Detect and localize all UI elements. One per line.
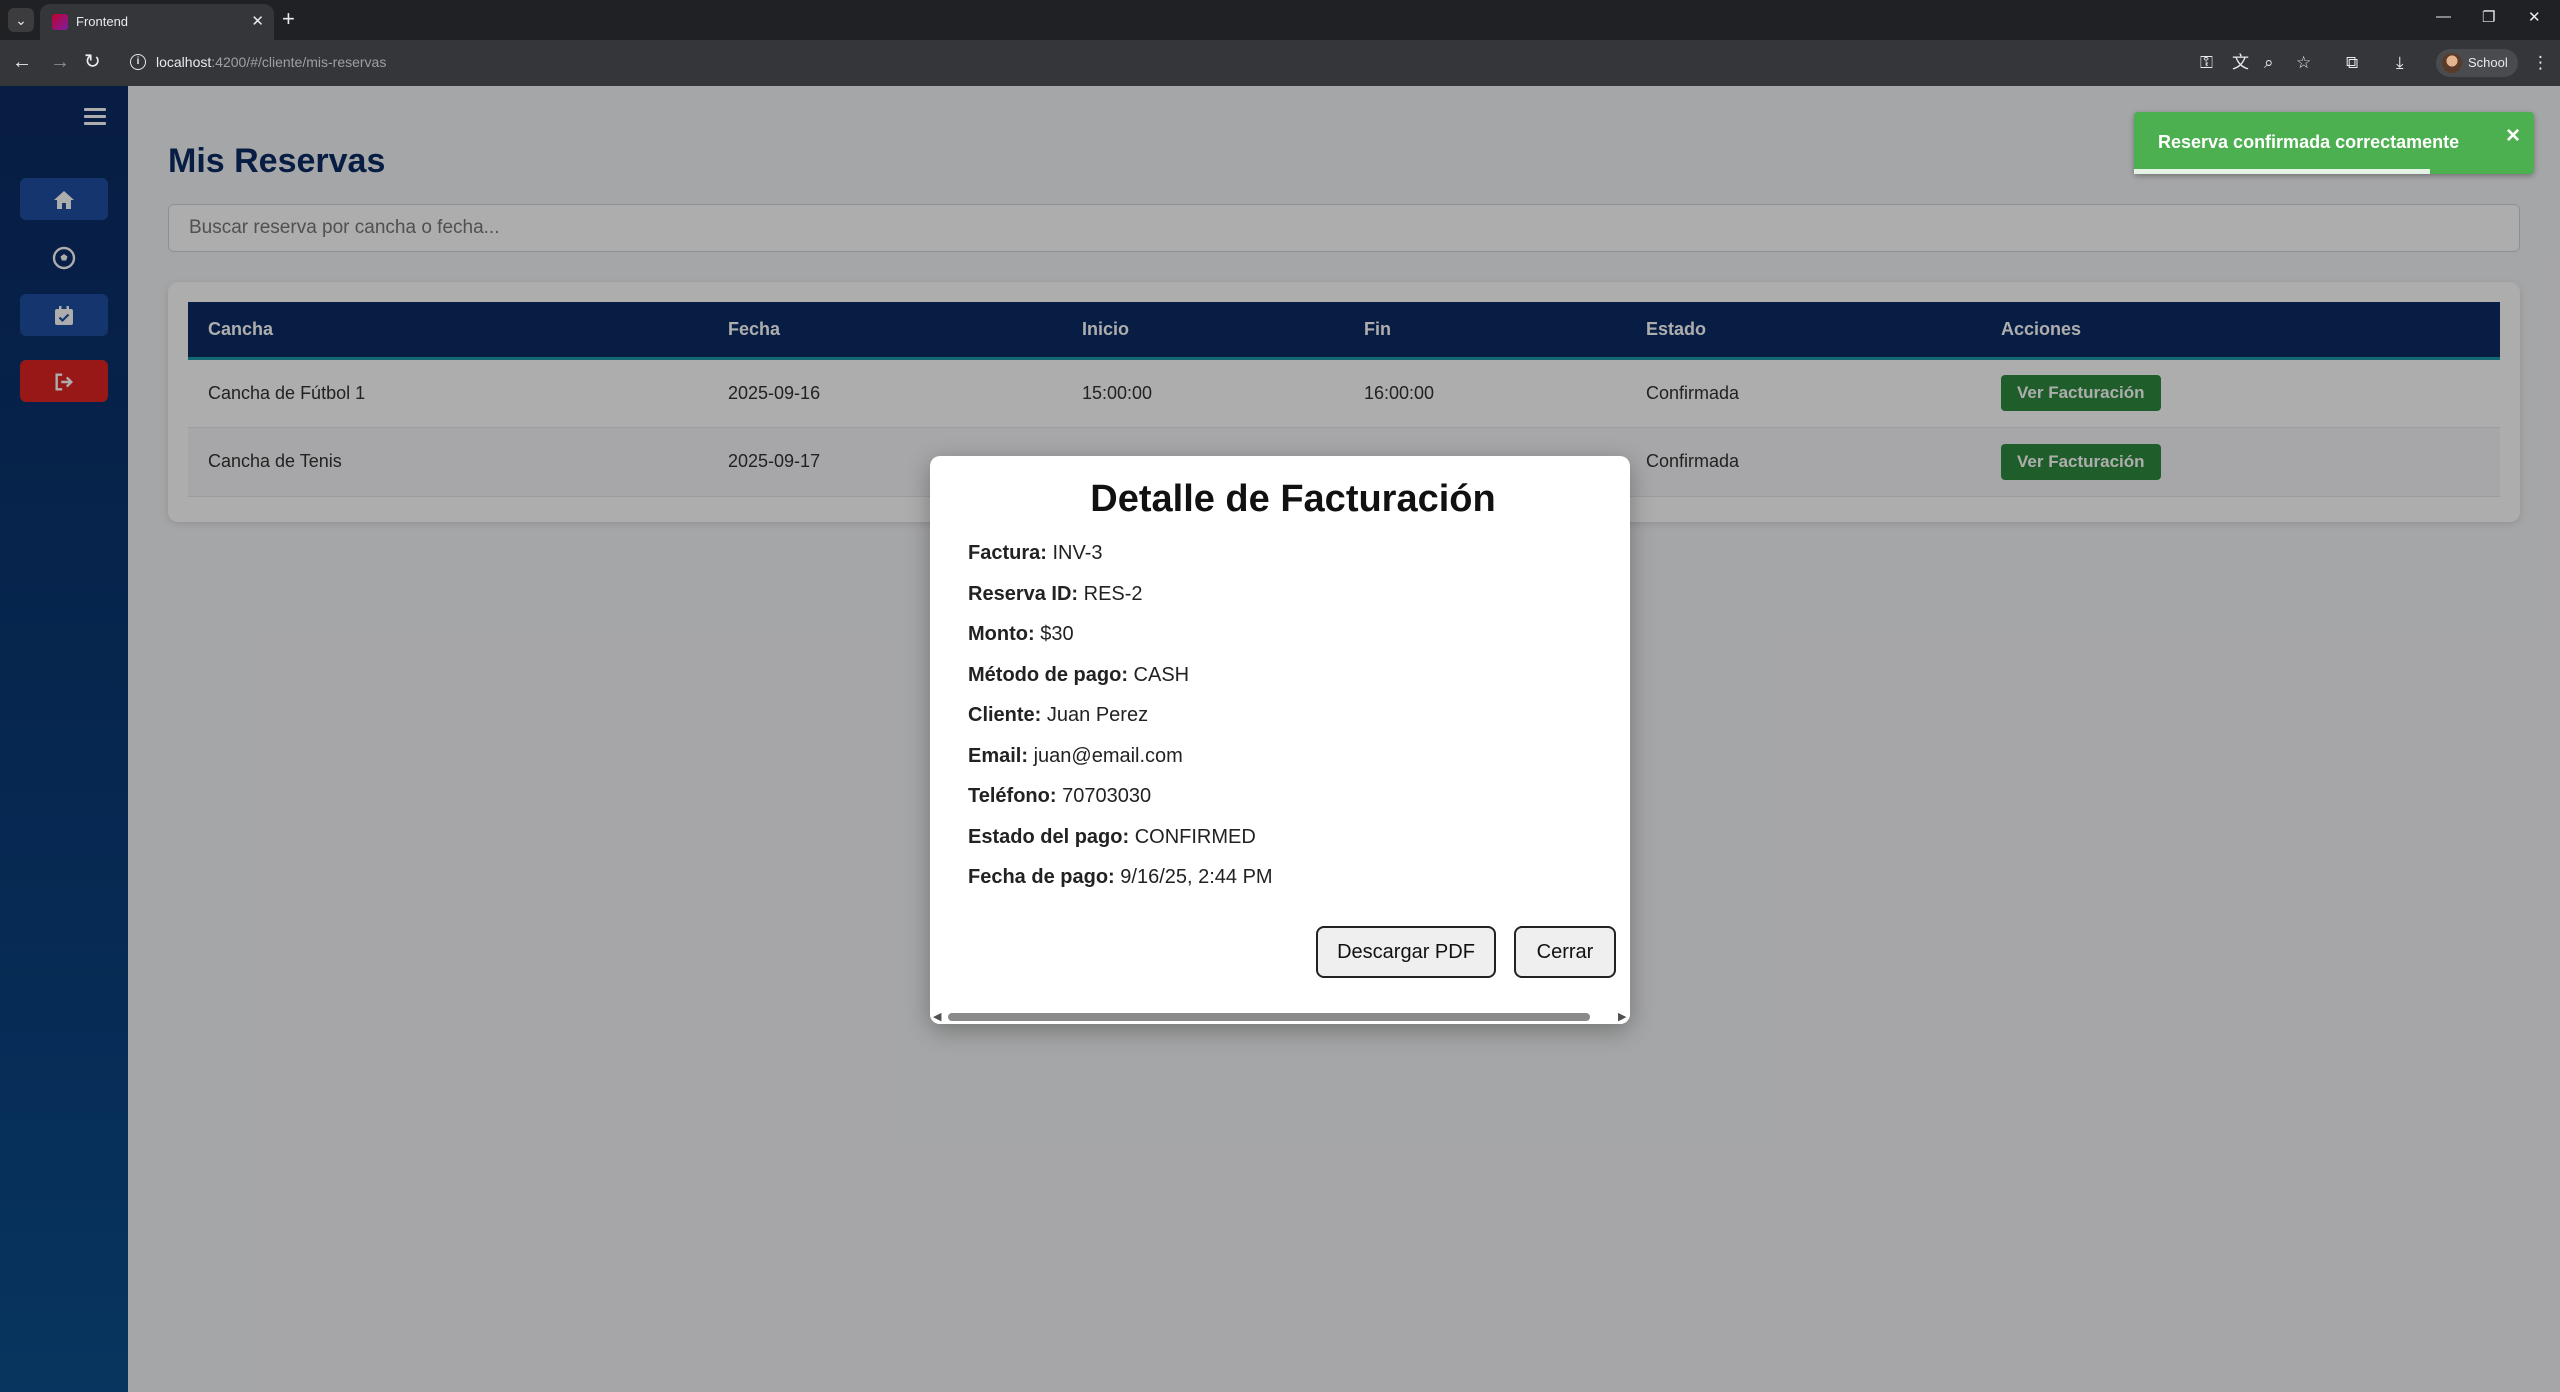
detail-estado-pago: Estado del pago: CONFIRMED (968, 825, 1256, 848)
address-bar[interactable]: i localhost:4200/#/cliente/mis-reservas (122, 47, 2352, 79)
billing-detail-modal: Detalle de Facturación Factura: INV-3 Re… (930, 456, 1630, 1024)
detail-email: Email: juan@email.com (968, 744, 1183, 767)
toast-message: Reserva confirmada correctamente (2158, 132, 2460, 152)
download-icon[interactable]: ⤓ (2396, 53, 2404, 73)
detail-telefono: Teléfono: 70703030 (968, 785, 1152, 807)
back-icon[interactable]: ← (12, 51, 32, 73)
tab-close-icon[interactable]: ✕ (251, 12, 264, 30)
browser-tab-bar: ⌄ Frontend ✕ + — ❐ ✕ (0, 0, 2560, 40)
toast-close-icon[interactable]: × (2506, 122, 2520, 150)
success-toast: Reserva confirmada correctamente × (2134, 112, 2534, 174)
horizontal-scrollbar[interactable]: ◀ ▶ (930, 1010, 1630, 1024)
detail-reserva-id: Reserva ID: RES-2 (968, 582, 1143, 605)
minimize-icon[interactable]: — (2436, 8, 2451, 25)
detail-cliente: Cliente: Juan Perez (968, 704, 1149, 726)
download-pdf-button[interactable]: Descargar PDF (1316, 926, 1496, 978)
extensions-icon[interactable]: ⧉ (2346, 53, 2358, 73)
translate-icon[interactable]: 文 (2232, 53, 2249, 73)
tab-title: Frontend (76, 14, 129, 29)
detail-monto: Monto: $30 (968, 623, 1074, 645)
browser-menu-icon[interactable]: ⋮ (2532, 53, 2549, 73)
close-window-icon[interactable]: ✕ (2528, 8, 2541, 26)
reload-icon[interactable]: ↻ (84, 51, 101, 73)
billing-detail-list: Factura: INV-3 Reserva ID: RES-2 Monto: … (968, 542, 1273, 907)
scroll-left-icon[interactable]: ◀ (933, 1010, 941, 1024)
zoom-icon[interactable]: ⌕ (2264, 53, 2274, 73)
tab-search-chevron-icon[interactable]: ⌄ (8, 8, 34, 32)
browser-toolbar: ← → ↻ i localhost:4200/#/cliente/mis-res… (0, 40, 2560, 86)
toast-progress-bar (2134, 169, 2430, 174)
angular-favicon-icon (52, 14, 68, 30)
scroll-right-icon[interactable]: ▶ (1618, 1010, 1626, 1024)
avatar (2442, 53, 2462, 73)
new-tab-icon[interactable]: + (282, 8, 295, 30)
browser-tab[interactable]: Frontend ✕ (40, 4, 274, 40)
bookmark-star-icon[interactable]: ☆ (2296, 53, 2311, 73)
profile-name: School (2468, 55, 2508, 70)
detail-metodo-pago: Método de pago: CASH (968, 663, 1190, 686)
detail-factura: Factura: INV-3 (968, 542, 1103, 564)
password-key-icon[interactable]: ⚿ (2200, 53, 2213, 73)
url-text[interactable]: localhost:4200/#/cliente/mis-reservas (156, 54, 386, 70)
site-info-icon[interactable]: i (130, 54, 146, 70)
detail-fecha-pago: Fecha de pago: 9/16/25, 2:44 PM (968, 866, 1273, 888)
scrollbar-thumb[interactable] (948, 1013, 1590, 1021)
forward-icon[interactable]: → (50, 51, 70, 73)
restore-icon[interactable]: ❐ (2482, 8, 2495, 26)
profile-chip[interactable]: School (2436, 49, 2518, 77)
page-viewport: Mis Reservas Cancha Fecha Inicio Fin Est… (0, 86, 2560, 1392)
close-modal-button[interactable]: Cerrar (1514, 926, 1616, 978)
modal-title: Detalle de Facturación (1090, 478, 1496, 520)
